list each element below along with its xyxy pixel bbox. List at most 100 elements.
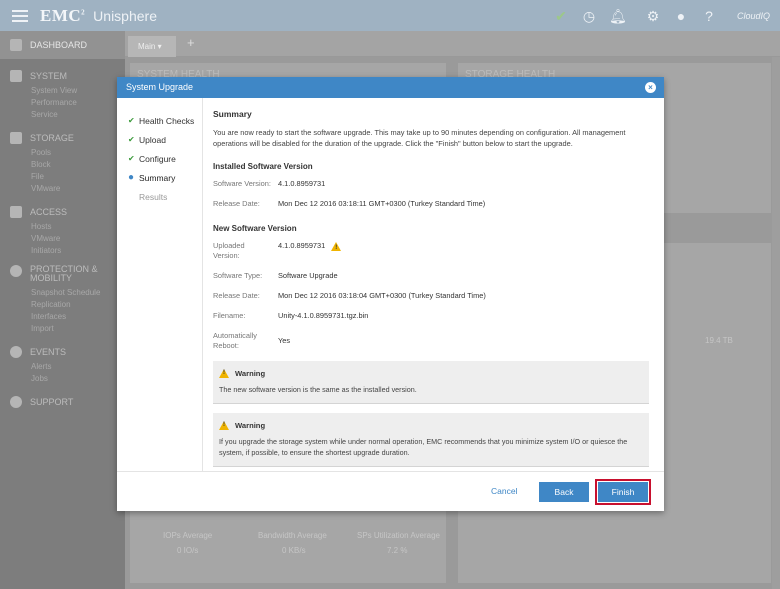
sidebar-item-access[interactable]: ACCESS (0, 203, 125, 221)
current-step-dot-icon: ● (128, 172, 135, 183)
sidebar-item-file[interactable]: File (0, 171, 125, 183)
installed-version-row: Software Version: 4.1.0.8959731 (213, 179, 326, 188)
sidebar-item-interfaces[interactable]: Interfaces (0, 311, 125, 323)
sidebar-item-vmware-access[interactable]: VMware (0, 233, 125, 245)
sidebar-item-replication[interactable]: Replication (0, 299, 125, 311)
installed-date-value: Mon Dec 12 2016 03:18:11 GMT+0300 (Turke… (278, 199, 486, 208)
jobs-icon[interactable]: ◷ (581, 8, 597, 24)
sidebar-item-protection[interactable]: PROTECTION & MOBILITY (0, 265, 125, 287)
system-upgrade-dialog: System Upgrade × ✔ Health Checks ✔ Upload … (117, 77, 664, 511)
new-version-heading: New Software Version (213, 224, 297, 233)
warning-icon (219, 369, 229, 378)
sidebar-item-storage[interactable]: STORAGE (0, 129, 125, 147)
sidebar-item-alerts[interactable]: Alerts (0, 361, 125, 373)
sidebar-item-performance[interactable]: Performance (0, 97, 125, 109)
sidebar-item-jobs[interactable]: Jobs (0, 373, 125, 385)
user-icon[interactable]: ● (673, 8, 689, 24)
cancel-button[interactable]: Cancel (491, 486, 517, 496)
software-type-row: Software Type: Software Upgrade (213, 271, 338, 280)
close-icon[interactable]: × (645, 82, 656, 93)
step-upload[interactable]: ✔ Upload (117, 130, 202, 149)
step-health-checks[interactable]: ✔ Health Checks (117, 111, 202, 130)
sidebar-group-system: SYSTEM System View Performance Service (0, 67, 125, 121)
installed-version-value: 4.1.0.8959731 (278, 179, 326, 188)
sidebar-item-block[interactable]: Block (0, 159, 125, 171)
finish-button[interactable]: Finish (598, 482, 648, 502)
add-tab-button[interactable]: + (187, 35, 195, 50)
warning-icon (219, 421, 229, 430)
metric-bandwidth-value: 0 KB/s (282, 546, 306, 555)
sidebar-item-support[interactable]: SUPPORT (0, 393, 125, 411)
back-button[interactable]: Back (539, 482, 589, 502)
menu-icon[interactable] (12, 7, 28, 25)
step-results: Results (139, 191, 168, 202)
metric-iops-label: IOPs Average (163, 531, 213, 540)
sidebar-item-dashboard[interactable]: DASHBOARD (0, 31, 125, 59)
dialog-body: ✔ Health Checks ✔ Upload ✔ Configure ● Summa… (117, 98, 664, 471)
sidebar-item-import[interactable]: Import (0, 323, 125, 335)
check-icon: ✔ (128, 154, 135, 163)
sidebar-item-system-view[interactable]: System View (0, 85, 125, 97)
sidebar-item-service[interactable]: Service (0, 109, 125, 121)
uploaded-version-value: 4.1.0.8959731 (278, 241, 326, 250)
product-name: Unisphere (93, 7, 157, 24)
check-icon: ✔ (128, 135, 135, 144)
step-configure[interactable]: ✔ Configure (117, 149, 202, 168)
sidebar-item-system[interactable]: SYSTEM (0, 67, 125, 85)
summary-content: Summary You are now ready to start the s… (213, 98, 659, 471)
dashboard-icon (10, 39, 22, 51)
sidebar-item-pools[interactable]: Pools (0, 147, 125, 159)
wizard-steps: ✔ Health Checks ✔ Upload ✔ Configure ● Summa… (117, 98, 203, 471)
sidebar-item-initiators[interactable]: Initiators (0, 245, 125, 257)
sidebar-group-access: ACCESS Hosts VMware Initiators (0, 203, 125, 257)
sidebar-item-hosts[interactable]: Hosts (0, 221, 125, 233)
metric-iops-value: 0 IO/s (177, 546, 199, 555)
software-type-value: Software Upgrade (278, 271, 338, 280)
sidebar-item-events[interactable]: EVENTS (0, 343, 125, 361)
check-icon: ✔ (128, 116, 135, 125)
metric-bandwidth-label: Bandwidth Average (258, 531, 327, 540)
sidebar-group-events: EVENTS Alerts Jobs (0, 343, 125, 385)
dialog-header: System Upgrade × (117, 77, 664, 98)
new-release-date-value: Mon Dec 12 2016 03:18:04 GMT+0300 (Turke… (278, 291, 486, 300)
support-icon (10, 396, 22, 408)
step-summary[interactable]: ● Summary (117, 168, 202, 187)
finish-highlight: Finish (595, 479, 651, 505)
dialog-footer: Cancel Back Finish (117, 471, 664, 511)
protection-shield-icon (10, 265, 22, 277)
warning-icon (331, 241, 342, 253)
tab-bar: Main ▾ + (125, 31, 780, 57)
cloudiq-logo[interactable]: CloudIQ (737, 11, 770, 21)
summary-heading: Summary (213, 109, 252, 119)
settings-gear-icon[interactable]: ⚙ (645, 8, 661, 24)
sidebar-item-snapshot-schedule[interactable]: Snapshot Schedule (0, 287, 125, 299)
sidebar: DASHBOARD SYSTEM System View Performance… (0, 31, 125, 589)
auto-reboot-value: Yes (278, 336, 291, 345)
storage-icon (10, 132, 22, 144)
sidebar-group-support: SUPPORT (0, 393, 125, 411)
system-ok-icon[interactable]: ✔ (553, 8, 569, 24)
sidebar-item-vmware-storage[interactable]: VMware (0, 183, 125, 195)
filename-value: Unity-4.1.0.8959731.tgz.bin (278, 311, 369, 320)
sidebar-group-protection: PROTECTION & MOBILITY Snapshot Schedule … (0, 265, 125, 335)
metric-sp-label: SPs Utilization Average (357, 531, 441, 540)
installed-date-row: Release Date: Mon Dec 12 2016 03:18:11 G… (213, 199, 486, 208)
capacity-value: 19.4 TB (705, 336, 733, 345)
dialog-title: System Upgrade (126, 82, 194, 92)
help-icon[interactable]: ? (701, 8, 717, 24)
events-icon (10, 346, 22, 358)
warning-minimize-io: Warning If you upgrade the storage syste… (213, 413, 649, 467)
uploaded-version-row: Uploaded Version: 4.1.0.8959731 (213, 241, 659, 261)
new-release-date-row: Release Date: Mon Dec 12 2016 03:18:04 G… (213, 291, 486, 300)
brand-logo: EMC2 (40, 5, 86, 25)
alerts-bell-icon[interactable]: 🔔︎ (609, 8, 627, 24)
top-icons: ✔ ◷ 🔔︎ ⚙ ● ? CloudIQ (553, 0, 770, 31)
metric-sp-value: 7.2 % (387, 546, 408, 555)
summary-intro: You are now ready to start the software … (213, 128, 626, 148)
auto-reboot-row: Automatically Reboot: Yes (213, 331, 291, 350)
main-scrollbar[interactable] (772, 57, 780, 589)
filename-row: Filename: Unity-4.1.0.8959731.tgz.bin (213, 311, 369, 320)
warning-same-version: Warning The new software version is the … (213, 361, 649, 404)
tab-main[interactable]: Main ▾ (128, 36, 176, 57)
sidebar-group-storage: STORAGE Pools Block File VMware (0, 129, 125, 195)
